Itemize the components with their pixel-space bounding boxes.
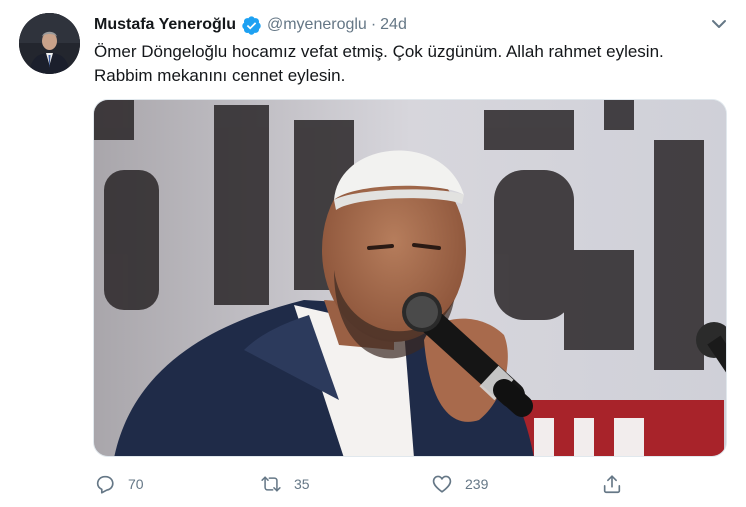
photo-speaker-with-microphone <box>94 100 726 456</box>
share-upload-icon <box>601 473 623 495</box>
tweet-actions: 70 35 239 <box>94 470 654 498</box>
reply-button[interactable]: 70 <box>94 470 144 498</box>
tweet-text-line: Rabbim mekanını cennet eylesin. <box>94 66 346 85</box>
chevron-down-icon[interactable] <box>709 14 729 34</box>
share-button[interactable] <box>601 470 623 498</box>
header-separator: · <box>370 16 377 33</box>
speech-bubble-icon <box>94 473 116 495</box>
avatar[interactable] <box>19 13 80 74</box>
retweet-arrows-icon <box>260 473 282 495</box>
tweet-header: Mustafa Yeneroğlu @myeneroglu · 24d <box>94 13 407 37</box>
tweet-photo[interactable] <box>93 99 727 457</box>
timestamp[interactable]: 24d <box>380 14 407 36</box>
user-handle[interactable]: @myeneroglu <box>267 14 367 36</box>
tweet-card[interactable]: Mustafa Yeneroğlu @myeneroglu · 24d Ömer… <box>0 0 746 507</box>
avatar-image <box>19 13 80 74</box>
verified-badge-icon <box>241 15 262 36</box>
tweet-text-line: Ömer Döngeloğlu hocamız vefat etmiş. Çok… <box>94 42 664 61</box>
heart-outline-icon <box>431 473 453 495</box>
retweet-button[interactable]: 35 <box>260 470 310 498</box>
display-name[interactable]: Mustafa Yeneroğlu <box>94 14 236 36</box>
like-button[interactable]: 239 <box>431 470 488 498</box>
tweet-text: Ömer Döngeloğlu hocamız vefat etmiş. Çok… <box>94 40 734 88</box>
retweet-count: 35 <box>294 476 310 492</box>
like-count: 239 <box>465 476 489 492</box>
reply-count: 70 <box>128 476 144 492</box>
